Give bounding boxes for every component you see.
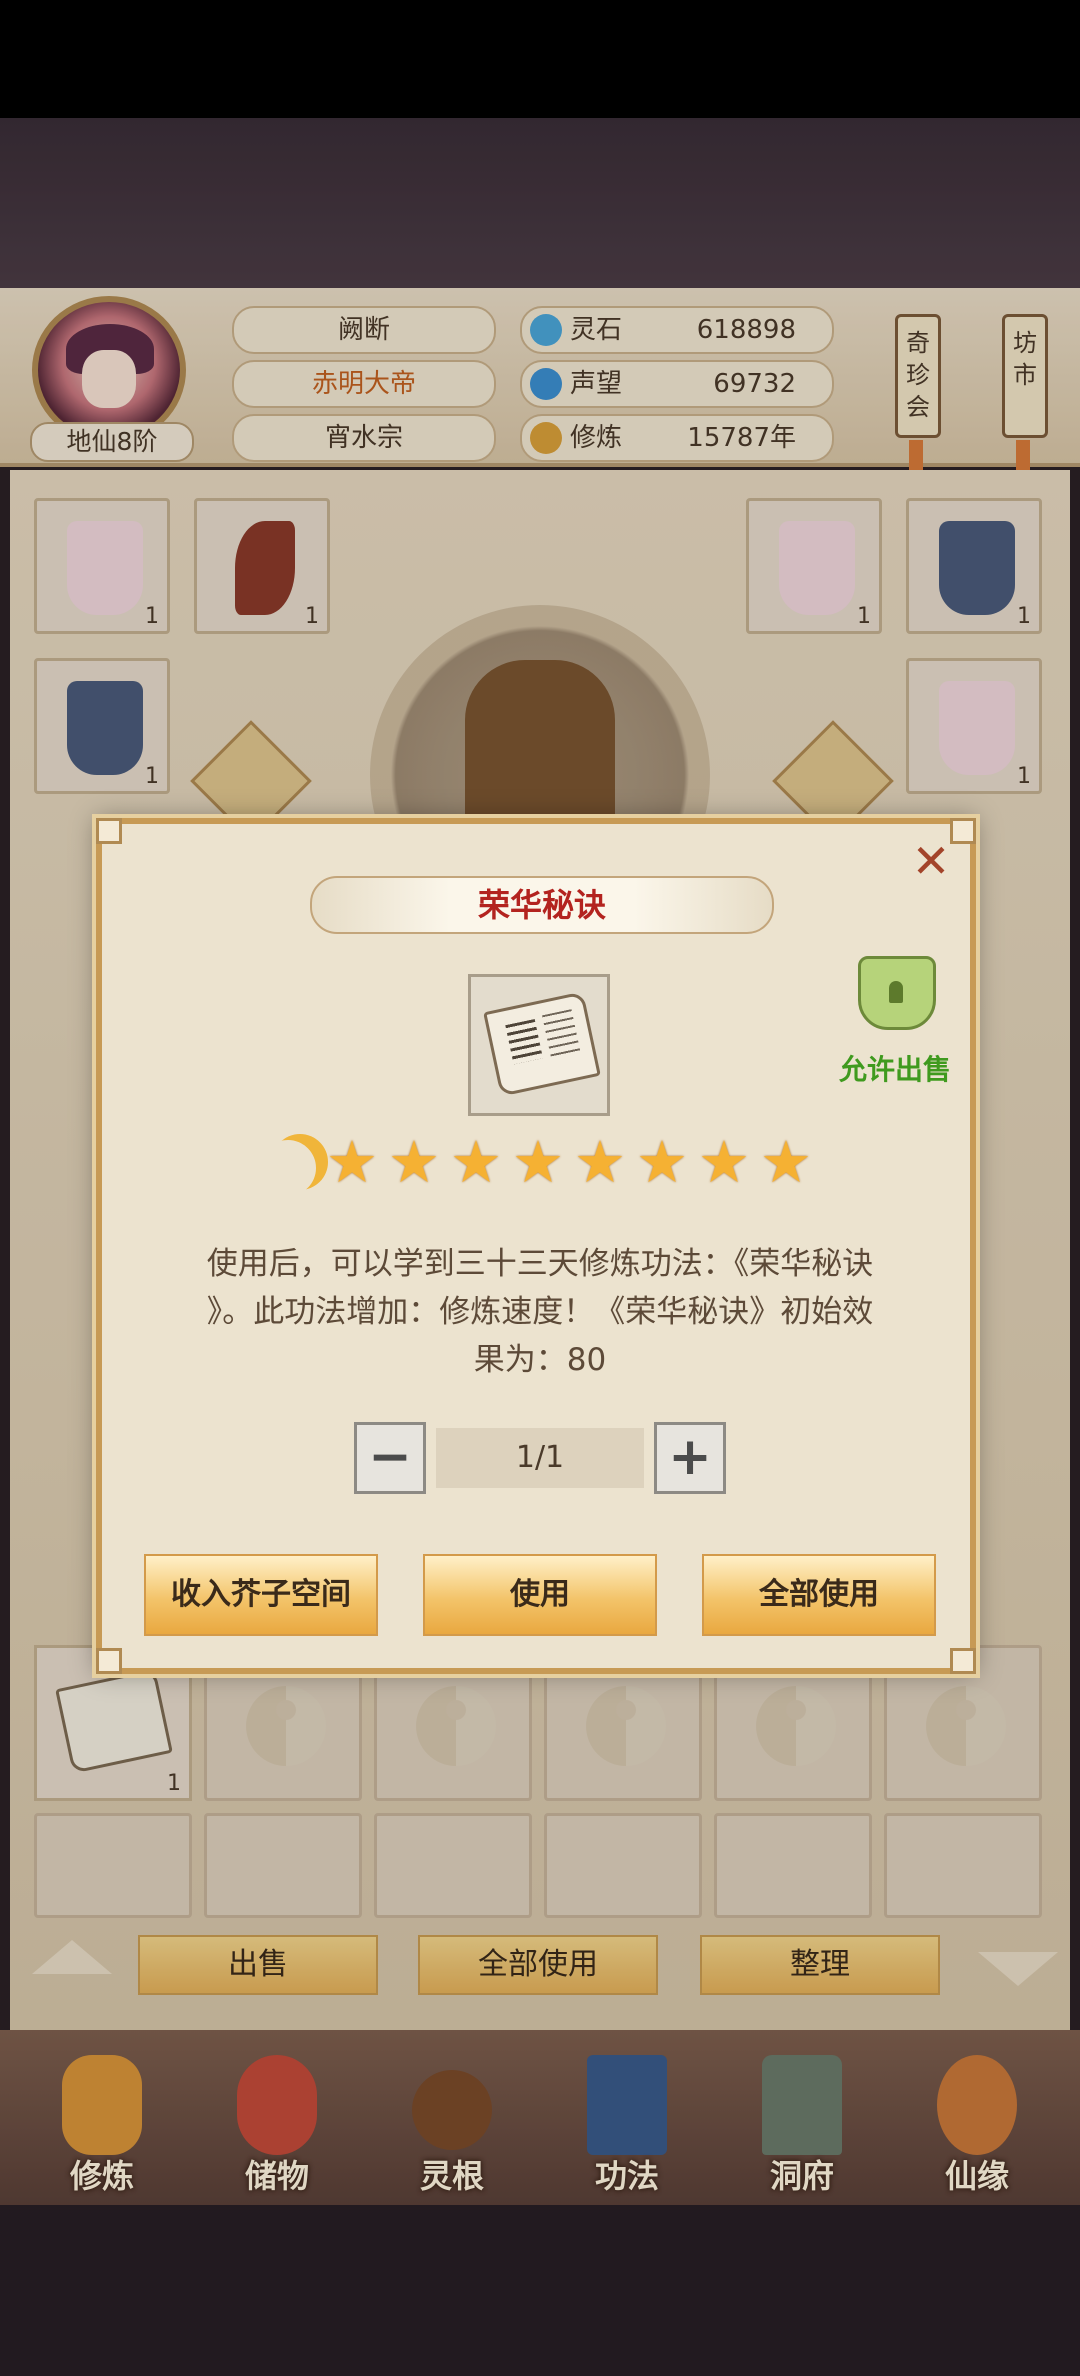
lock-icon xyxy=(858,956,936,1030)
status-bar-area xyxy=(0,0,1080,118)
star-icon: ★ xyxy=(574,1128,626,1196)
book-icon xyxy=(483,991,601,1097)
decrease-button[interactable]: − xyxy=(354,1422,426,1494)
bottom-backdrop xyxy=(0,2205,1080,2376)
moon-icon xyxy=(272,1134,328,1190)
star-icon: ★ xyxy=(512,1128,564,1196)
item-preview xyxy=(468,974,610,1116)
star-icon: ★ xyxy=(326,1128,378,1196)
quantity-display: 1/1 xyxy=(436,1428,644,1488)
store-to-space-button[interactable]: 收入芥子空间 xyxy=(144,1554,378,1636)
star-icon: ★ xyxy=(388,1128,440,1196)
star-rating: ★ ★ ★ ★ ★ ★ ★ ★ xyxy=(268,1132,828,1196)
corner-ornament xyxy=(96,818,122,844)
star-icon: ★ xyxy=(450,1128,502,1196)
close-icon[interactable]: ✕ xyxy=(906,836,956,886)
description-line: 》。此功法增加：修炼速度！《荣华秘诀》初始效 xyxy=(206,1294,874,1330)
dialog-title-bar: 荣华秘诀 xyxy=(310,876,774,934)
star-icon: ★ xyxy=(636,1128,688,1196)
corner-ornament xyxy=(96,1648,122,1674)
item-description: 使用后，可以学到三十三天修炼功法：《荣华秘诀 》。此功法增加：修炼速度！《荣华秘… xyxy=(150,1240,930,1384)
use-button[interactable]: 使用 xyxy=(423,1554,657,1636)
increase-button[interactable]: + xyxy=(654,1422,726,1494)
star-icon: ★ xyxy=(760,1128,812,1196)
description-line: 使用后，可以学到三十三天修炼功法：《荣华秘诀 xyxy=(206,1246,874,1282)
description-line: 果为：80 xyxy=(473,1342,607,1378)
corner-ornament xyxy=(950,1648,976,1674)
dialog-title: 荣华秘诀 xyxy=(477,886,606,924)
use-all-button[interactable]: 全部使用 xyxy=(702,1554,936,1636)
star-icon: ★ xyxy=(698,1128,750,1196)
allow-sale-label: 允许出售 xyxy=(838,1053,951,1086)
